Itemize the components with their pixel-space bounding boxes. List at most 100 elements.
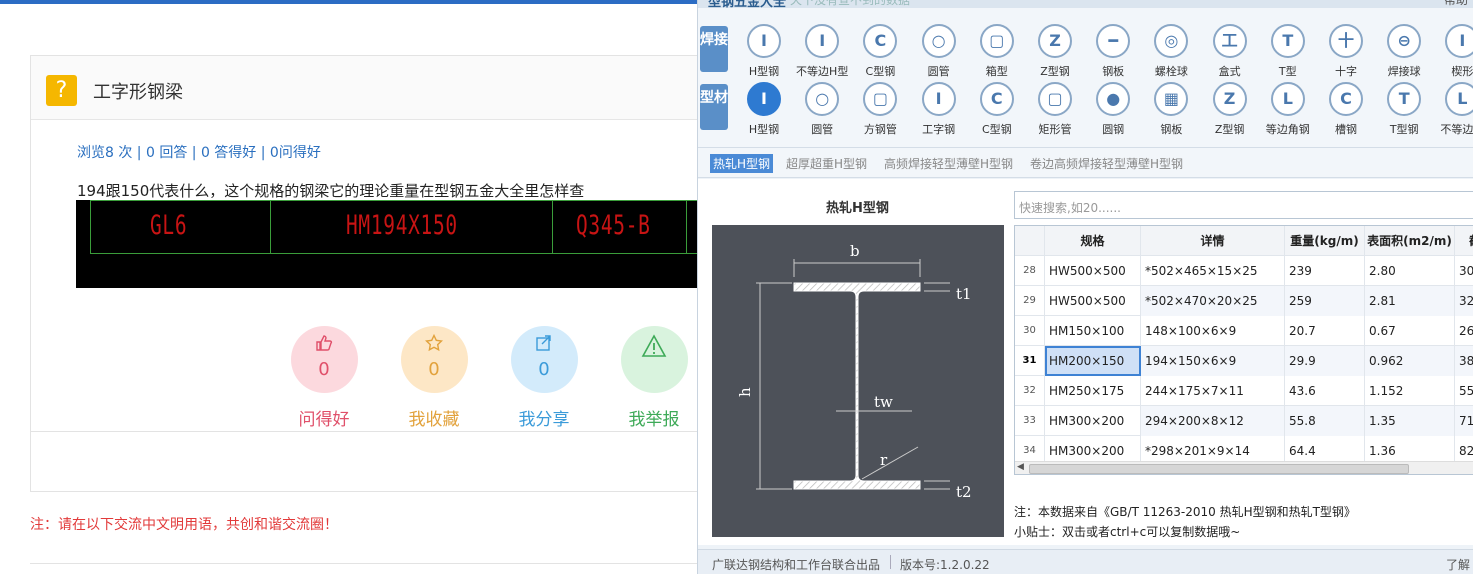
favorite-button[interactable]: 0 我收藏 [389,326,479,430]
tool-row2-10[interactable]: C 槽钢 [1317,82,1375,137]
subtype-tabs: 热轧H型钢 超厚超重H型钢 高频焊接轻型薄壁H型钢 卷边高频焊接轻型薄壁H型钢 [698,148,1473,178]
table-row[interactable]: 29 HW500×500 *502×470×20×25 259 2.81 32 [1015,286,1473,316]
cell-area[interactable]: 2.80 [1365,256,1455,286]
header-weight[interactable]: 重量(kg/m) [1285,226,1365,256]
tool-row2-5[interactable]: ▢ 矩形管 [1026,82,1084,137]
diagram-label-t2: t2 [956,483,972,501]
tool-row1-2[interactable]: C C型钢 [851,24,909,79]
header-area[interactable]: 表面积(m2/m) [1365,226,1455,256]
tool-label: 盒式 [1218,65,1241,78]
scroll-left-icon[interactable]: ◀ [1017,462,1024,472]
header-rownum [1015,226,1045,256]
table-row[interactable]: 30 HM150×100 148×100×6×9 20.7 0.67 26 [1015,316,1473,346]
report-button[interactable]: 我举报 [609,326,697,430]
tool-row2-12[interactable]: L 不等边角 [1433,82,1473,137]
cell-area[interactable]: 1.152 [1365,376,1455,406]
cell-detail[interactable]: 194×150×6×9 [1141,346,1285,376]
tool-row2-9[interactable]: L 等边角钢 [1259,82,1317,137]
cell-detail[interactable]: 244×175×7×11 [1141,376,1285,406]
cell-weight[interactable]: 55.8 [1285,406,1365,436]
tab-hot-rolled-h[interactable]: 热轧H型钢 [710,154,774,173]
section-shape-icon: ○ [921,24,956,58]
tool-row2-4[interactable]: C C型钢 [968,82,1026,137]
tool-row1-12[interactable]: I 楔形 [1433,24,1473,79]
header-spec[interactable]: 规格 [1045,226,1141,256]
tool-row2-7[interactable]: ▦ 钢板 [1142,82,1200,137]
tool-row1-3[interactable]: ○ 圆管 [910,24,968,79]
cell-extra[interactable]: 55 [1455,376,1473,406]
header-detail[interactable]: 详情 [1141,226,1285,256]
report-label: 我举报 [628,410,680,430]
tool-label: 焊接球 [1387,65,1421,78]
weld-category-tag[interactable]: 焊接 [700,26,728,72]
cell-detail[interactable]: 294×200×8×12 [1141,406,1285,436]
cell-n: 32 [1015,376,1045,406]
tool-row1-5[interactable]: Z Z型钢 [1026,24,1084,79]
cell-extra[interactable]: 38 [1455,346,1473,376]
cell-weight[interactable]: 239 [1285,256,1365,286]
section-shape-icon: I [805,24,840,58]
cell-spec[interactable]: HM200×150 [1045,346,1141,376]
share-button[interactable]: 0 我分享 [499,326,589,430]
tool-row1-10[interactable]: 十十字 [1317,24,1375,79]
cell-detail[interactable]: *502×465×15×25 [1141,256,1285,286]
scroll-thumb[interactable] [1029,464,1409,474]
cell-area[interactable]: 1.35 [1365,406,1455,436]
question-stats[interactable]: 浏览8 次 | 0 回答 | 0 答得好 | 0问得好 [77,142,321,162]
tool-row1-1[interactable]: I 不等边H型 [793,24,851,79]
cell-spec[interactable]: HM250×175 [1045,376,1141,406]
cell-weight[interactable]: 43.6 [1285,376,1365,406]
profile-category-tag[interactable]: 型材 [700,84,728,130]
tool-row1-11[interactable]: ⊖ 焊接球 [1375,24,1433,79]
tool-row2-8[interactable]: Z Z型钢 [1201,82,1259,137]
cell-detail[interactable]: 148×100×6×9 [1141,316,1285,346]
cell-area[interactable]: 0.962 [1365,346,1455,376]
tool-label: 螺栓球 [1154,65,1188,78]
cell-spec[interactable]: HM300×200 [1045,406,1141,436]
tool-row1-0[interactable]: I H型钢 [735,24,793,79]
help-menu[interactable]: 帮助 [1444,0,1468,8]
table-row[interactable]: 32 HM250×175 244×175×7×11 43.6 1.152 55 [1015,376,1473,406]
cell-area[interactable]: 2.81 [1365,286,1455,316]
tab-hf-welded-h[interactable]: 高频焊接轻型薄壁H型钢 [884,155,1013,172]
tool-label: 槽钢 [1335,123,1357,136]
cell-extra[interactable]: 71 [1455,406,1473,436]
header-section[interactable]: 截 [1455,226,1473,256]
cell-spec[interactable]: HW500×500 [1045,256,1141,286]
cell-weight[interactable]: 29.9 [1285,346,1365,376]
horizontal-scrollbar[interactable]: ◀ [1015,461,1473,474]
tab-hf-lipped-h[interactable]: 卷边高频焊接轻型薄壁H型钢 [1030,155,1183,172]
table-row[interactable]: 31 HM200×150 194×150×6×9 29.9 0.962 38 [1015,346,1473,376]
cell-area[interactable]: 0.67 [1365,316,1455,346]
cell-detail[interactable]: *502×470×20×25 [1141,286,1285,316]
cell-n: 28 [1015,256,1045,286]
tool-row2-3[interactable]: I 工字钢 [910,82,968,137]
cell-spec[interactable]: HM150×100 [1045,316,1141,346]
tab-heavy-h[interactable]: 超厚超重H型钢 [786,155,867,172]
cell-weight[interactable]: 259 [1285,286,1365,316]
cell-spec[interactable]: HW500×500 [1045,286,1141,316]
tool-row2-6[interactable]: ● 圆钢 [1084,82,1142,137]
cell-extra[interactable]: 32 [1455,286,1473,316]
like-button[interactable]: 0 问得好 [279,326,369,430]
tool-row2-2[interactable]: ▢ 方钢管 [851,82,909,137]
section-shape-icon: ▦ [1154,82,1189,116]
tool-row1-8[interactable]: 工盒式 [1201,24,1259,79]
cell-extra[interactable]: 30 [1455,256,1473,286]
tool-row1-7[interactable]: ◎ 螺栓球 [1142,24,1200,79]
table-row[interactable]: 33 HM300×200 294×200×8×12 55.8 1.35 71 [1015,406,1473,436]
diagram-label-t1: t1 [956,285,972,303]
cell-extra[interactable]: 26 [1455,316,1473,346]
civility-notice: 注：请在以下交流中文明用语，共创和谐交流圈！ [30,517,338,533]
status-learn-more[interactable]: 了解 [1446,556,1470,573]
tool-row1-4[interactable]: ▢ 箱型 [968,24,1026,79]
tool-row2-11[interactable]: T T型钢 [1375,82,1433,137]
diagram-label-h: h [736,387,754,397]
cell-weight[interactable]: 20.7 [1285,316,1365,346]
tool-row1-6[interactable]: ━ 钢板 [1084,24,1142,79]
tool-row2-1[interactable]: ○ 圆管 [793,82,851,137]
table-row[interactable]: 28 HW500×500 *502×465×15×25 239 2.80 30 [1015,256,1473,286]
tool-row1-9[interactable]: T T型 [1259,24,1317,79]
search-input[interactable]: 快速搜索,如20...... [1014,191,1473,219]
tool-row2-0[interactable]: I H型钢 [735,82,793,137]
